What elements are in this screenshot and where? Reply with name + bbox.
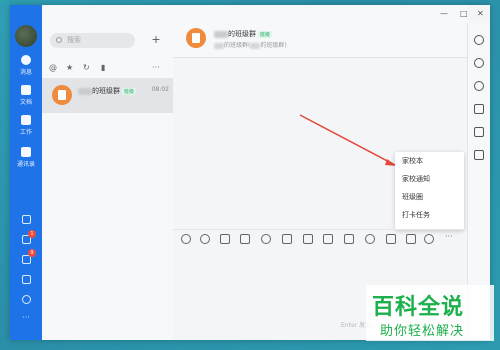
todo-badge: 1 xyxy=(28,230,36,238)
watermark-subtitle: 助你轻松解决 xyxy=(380,324,465,339)
conversation-name-suffix: 的班级群 xyxy=(92,87,120,95)
filter-mention-icon[interactable]: @ xyxy=(49,63,57,72)
workbench-icon xyxy=(21,115,31,125)
nav-item-contacts[interactable]: 通讯录 xyxy=(10,147,42,168)
settings-icon xyxy=(21,295,31,304)
thumbs-up-icon[interactable] xyxy=(220,234,230,244)
contacts-icon xyxy=(21,147,31,157)
class-tag: 班级 xyxy=(122,87,137,95)
emoji-icon[interactable] xyxy=(200,234,210,244)
mail-button[interactable] xyxy=(10,275,42,284)
search-input[interactable]: 搜索 xyxy=(50,33,135,48)
toolbar-more-icon[interactable]: ··· xyxy=(445,232,453,241)
folder-icon[interactable] xyxy=(474,104,484,114)
nav-label-messages: 消息 xyxy=(19,69,32,76)
nav-item-work[interactable]: 工作 xyxy=(10,115,42,136)
phone-icon[interactable] xyxy=(365,234,375,244)
settings-button[interactable] xyxy=(10,295,42,304)
announcement-icon[interactable] xyxy=(474,127,484,137)
maximize-button[interactable]: □ xyxy=(460,9,468,18)
rocket-button[interactable] xyxy=(10,255,42,264)
scissors-icon[interactable] xyxy=(240,234,250,244)
user-avatar[interactable] xyxy=(15,25,37,47)
nav-label-docs: 文档 xyxy=(19,99,32,106)
conversation-time: 08:02 xyxy=(151,86,169,93)
menu-item-notice[interactable]: 家校通知 xyxy=(395,170,464,188)
gif-icon[interactable] xyxy=(181,234,191,244)
arrow-shaft xyxy=(299,114,396,166)
more-icon: ··· xyxy=(22,313,30,322)
more-button[interactable]: ··· xyxy=(10,313,42,322)
mail-icon[interactable] xyxy=(406,234,416,244)
class-apps-popup-menu: 家校本 家校通知 班级圈 打卡任务 xyxy=(395,152,464,230)
conversation-list-panel: 搜索 + @ ★ ↻ ▮ ··· 的班级群 班级 08:02 xyxy=(42,5,174,340)
document-icon xyxy=(21,85,31,95)
watermark-title: 百科全说 xyxy=(372,295,465,320)
history-icon[interactable] xyxy=(474,81,484,91)
menu-item-checkin-task[interactable]: 打卡任务 xyxy=(395,206,464,224)
nav-label-work: 工作 xyxy=(19,129,32,136)
rocket-badge: 9 xyxy=(28,249,36,257)
group-icon xyxy=(58,90,66,100)
left-nav-rail: 消息 文档 工作 通讯录 1 9 ··· xyxy=(10,5,42,340)
menu-item-homework[interactable]: 家校本 xyxy=(395,152,464,170)
calendar-icon[interactable] xyxy=(474,150,484,160)
nav-item-docs[interactable]: 文档 xyxy=(10,85,42,106)
filter-star-icon[interactable]: ★ xyxy=(66,63,73,72)
mail-icon xyxy=(21,275,31,284)
filter-delete-icon[interactable]: ▮ xyxy=(101,63,105,72)
checkbox-icon[interactable] xyxy=(323,234,333,244)
minimize-button[interactable]: — xyxy=(440,9,448,18)
calendar-button[interactable] xyxy=(10,215,42,224)
nav-item-messages[interactable]: 消息 xyxy=(10,55,42,76)
calendar-icon[interactable] xyxy=(303,234,313,244)
search-icon xyxy=(56,37,62,43)
group-avatar xyxy=(52,85,72,105)
menu-item-class-circle[interactable]: 班级圈 xyxy=(395,188,464,206)
filter-bar: @ ★ ↻ ▮ ··· xyxy=(49,63,167,75)
conversation-item[interactable]: 的班级群 班级 08:02 xyxy=(42,78,173,113)
redacted-name xyxy=(78,87,92,95)
calendar-icon xyxy=(21,215,31,224)
chat-toolbar: ··· xyxy=(173,229,468,248)
video-icon[interactable] xyxy=(386,234,396,244)
add-member-icon[interactable] xyxy=(474,58,484,68)
nav-label-contacts: 通讯录 xyxy=(16,161,35,168)
smart-icon[interactable] xyxy=(424,234,434,244)
search-placeholder: 搜索 xyxy=(67,36,81,44)
filter-more-icon[interactable]: ··· xyxy=(152,63,160,72)
message-icon xyxy=(21,55,31,65)
todo-button[interactable] xyxy=(10,235,42,244)
bolt-icon[interactable] xyxy=(344,234,354,244)
mention-icon[interactable] xyxy=(261,234,271,244)
close-button[interactable]: ✕ xyxy=(477,9,484,18)
conversation-name: 的班级群 班级 xyxy=(78,86,137,96)
add-button[interactable]: + xyxy=(150,33,162,47)
filter-recent-icon[interactable]: ↻ xyxy=(83,63,90,72)
chat-more-icon[interactable] xyxy=(474,35,484,45)
folder-icon[interactable] xyxy=(282,234,292,244)
